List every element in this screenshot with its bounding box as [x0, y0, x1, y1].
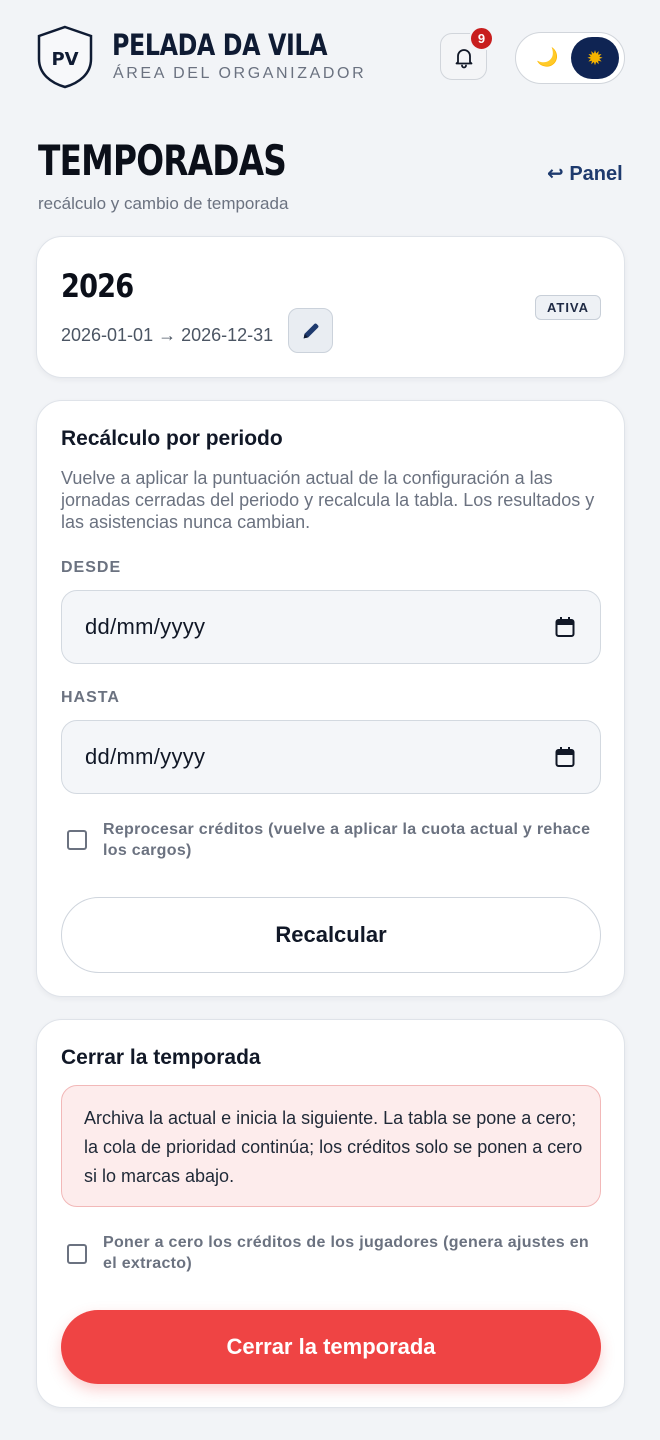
from-date-placeholder: dd/mm/yyyy — [85, 614, 206, 639]
calendar-icon — [555, 617, 575, 637]
to-date-placeholder: dd/mm/yyyy — [85, 744, 206, 769]
calendar-icon — [555, 747, 575, 767]
reprocess-credits-checkbox[interactable] — [67, 830, 87, 850]
from-date-input[interactable]: dd/mm/yyyy — [61, 590, 601, 664]
from-label: DESDE — [61, 559, 122, 576]
to-date-input[interactable]: dd/mm/yyyy — [61, 720, 601, 794]
close-season-card: Cerrar la temporada Archiva la actual e … — [36, 1019, 625, 1408]
close-season-warning: Archiva la actual e inicia la siguiente.… — [61, 1085, 601, 1207]
back-to-panel-link[interactable]: ↩ Panel — [547, 161, 623, 186]
recalc-heading: Recálculo por periodo — [61, 427, 283, 450]
recalc-description: Vuelve a aplicar la puntuación actual de… — [61, 468, 595, 532]
reprocess-credits-label: Reprocesar créditos (vuelve a aplicar la… — [103, 821, 591, 859]
pencil-icon — [303, 323, 318, 338]
app-subtitle: ÁREA DEL ORGANIZADOR — [113, 65, 367, 82]
svg-text:PV: PV — [51, 49, 78, 70]
sun-icon: ✹ — [571, 37, 619, 79]
status-badge: ATIVA — [535, 295, 601, 320]
season-date-range: 2026-01-01 → 2026-12-31 — [61, 325, 274, 345]
close-season-button[interactable]: Cerrar la temporada — [61, 1310, 601, 1384]
season-card: 2026 2026-01-01 → 2026-12-31 ATIVA — [36, 236, 625, 378]
theme-toggle[interactable]: 🌙 ✹ — [515, 32, 625, 84]
recalc-card: Recálculo por periodo Vuelve a aplicar l… — [36, 400, 625, 997]
logo-shield-icon: PV — [37, 25, 93, 89]
edit-season-button[interactable] — [288, 308, 333, 353]
to-label: HASTA — [61, 689, 120, 706]
reset-credits-label: Poner a cero los créditos de los jugador… — [103, 1234, 590, 1272]
bell-icon — [455, 48, 472, 68]
app-header: PV PELADA DA VILA ÁREA DEL ORGANIZADOR 9… — [0, 0, 660, 120]
notifications-badge: 9 — [469, 26, 494, 51]
app-title: PELADA DA VILA — [112, 28, 328, 62]
recalculate-button[interactable]: Recalcular — [61, 897, 601, 973]
page-title: TEMPORADAS — [38, 136, 287, 185]
season-year: 2026 — [61, 267, 134, 305]
moon-icon: 🌙 — [536, 47, 559, 67]
reset-credits-checkbox[interactable] — [67, 1244, 87, 1264]
warning-text: Archiva la actual e inicia la siguiente.… — [84, 1108, 583, 1186]
page-subtitle: recálculo y cambio de temporada — [38, 194, 289, 213]
close-season-heading: Cerrar la temporada — [61, 1046, 261, 1069]
